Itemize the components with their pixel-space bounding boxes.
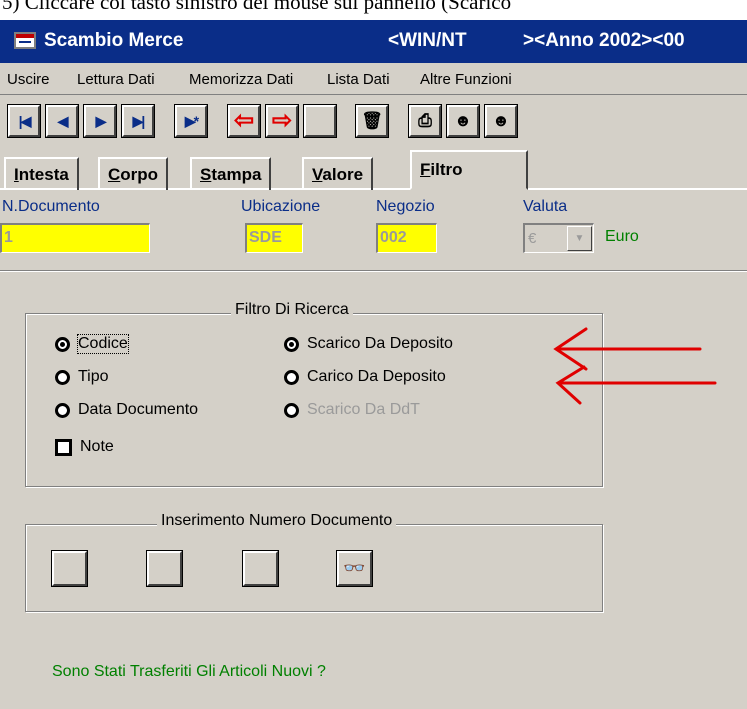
user-button-2[interactable]: ☻ xyxy=(485,105,517,137)
person-icon: ☻ xyxy=(454,111,472,130)
checkbox-note[interactable]: Note xyxy=(55,438,114,456)
print-button[interactable]: ⎙ xyxy=(409,105,441,137)
n-documento-field[interactable]: 1 xyxy=(0,223,150,253)
inserimento-button-1[interactable] xyxy=(52,551,87,586)
document-caption: 5) Cliccare col tasto sinistro del mouse… xyxy=(2,0,512,14)
radio-carico-deposito[interactable]: Carico Da Deposito xyxy=(284,368,446,386)
radio-label: Scarico Da Deposito xyxy=(307,335,453,352)
valuta-value: € xyxy=(528,230,537,247)
radio-indicator xyxy=(284,369,299,385)
radio-label: Codice xyxy=(77,334,129,354)
arrow-right-icon: ⇨ xyxy=(271,107,293,134)
user-button[interactable]: ☻ xyxy=(447,105,479,137)
label-ubicazione: Ubicazione xyxy=(241,198,321,215)
binoculars-icon: 👓 xyxy=(343,558,366,578)
radio-scarico-deposito[interactable]: Scarico Da Deposito xyxy=(284,335,453,353)
inserimento-group xyxy=(25,524,603,612)
radio-label: Data Documento xyxy=(78,401,199,418)
menu-uscire[interactable]: Uscire xyxy=(7,71,50,88)
label-valuta: Valuta xyxy=(523,198,568,215)
new-record-icon: ▶* xyxy=(184,112,199,129)
tab-valore[interactable]: Valore xyxy=(302,157,374,190)
radio-label: Scarico Da DdT xyxy=(307,401,420,418)
radio-indicator xyxy=(55,336,70,352)
menu-bar: Uscire Lettura Dati Memorizza Dati Lista… xyxy=(0,65,747,95)
menu-altre-funzioni[interactable]: Altre Funzioni xyxy=(420,71,512,88)
radio-tipo[interactable]: Tipo xyxy=(55,368,109,386)
person-icon: ☻ xyxy=(492,111,510,130)
inserimento-button-2[interactable] xyxy=(147,551,182,586)
system-info-year: ><Anno 2002><00 xyxy=(523,30,685,51)
last-record-button[interactable]: ▶| xyxy=(122,105,154,137)
valuta-select[interactable]: € ▼ xyxy=(523,223,594,253)
next-record-icon: ▶ xyxy=(95,112,107,129)
annotation-arrow-2-head xyxy=(555,365,586,405)
blank-toolbar-button[interactable] xyxy=(304,105,336,137)
first-record-button[interactable]: |◀ xyxy=(8,105,40,137)
chevron-down-icon[interactable]: ▼ xyxy=(567,226,592,251)
delete-button[interactable]: 🗑 xyxy=(356,105,388,137)
menu-lettura-dati[interactable]: Lettura Dati xyxy=(77,71,155,88)
radio-codice[interactable]: Codice xyxy=(55,334,129,354)
tab-stampa[interactable]: Stampa xyxy=(190,157,272,190)
app-window: Scambio Merce <WIN/NT ><Anno 2002><00 Us… xyxy=(0,20,747,709)
checkbox-label: Note xyxy=(80,438,114,455)
title-bar[interactable]: Scambio Merce <WIN/NT ><Anno 2002><00 xyxy=(0,20,747,63)
radio-scarico-ddt[interactable]: Scarico Da DdT xyxy=(284,401,420,419)
divider xyxy=(0,270,747,272)
label-negozio: Negozio xyxy=(376,198,435,215)
filtro-group-title: Filtro Di Ricerca xyxy=(231,301,353,319)
toolbar: |◀ ◀ ▶ ▶| ▶* ⇦ ⇨ 🗑 ⎙ ☻ ☻ xyxy=(0,100,747,144)
menu-lista-dati[interactable]: Lista Dati xyxy=(327,71,390,88)
trash-icon: 🗑 xyxy=(361,111,383,130)
annotation-arrows xyxy=(553,327,717,405)
tab-filtro[interactable]: Filtro xyxy=(410,150,528,190)
previous-record-icon: ◀ xyxy=(57,112,69,129)
last-record-icon: ▶| xyxy=(132,112,146,129)
tab-intesta[interactable]: Intesta xyxy=(4,157,79,190)
inserimento-group-title: Inserimento Numero Documento xyxy=(157,512,397,530)
radio-indicator xyxy=(284,402,299,418)
negozio-field[interactable]: 002 xyxy=(376,223,437,253)
window-title: Scambio Merce xyxy=(44,30,184,51)
app-window-icon[interactable] xyxy=(14,32,36,51)
menu-memorizza-dati[interactable]: Memorizza Dati xyxy=(189,71,293,88)
radio-indicator xyxy=(55,402,70,418)
arrow-left-icon: ⇦ xyxy=(233,107,255,134)
new-record-button[interactable]: ▶* xyxy=(175,105,207,137)
next-record-button[interactable]: ▶ xyxy=(84,105,116,137)
inserimento-button-3[interactable] xyxy=(243,551,278,586)
radio-label: Tipo xyxy=(78,368,109,385)
label-n-documento: N.Documento xyxy=(2,198,100,215)
tab-corpo[interactable]: Corpo xyxy=(98,157,169,190)
printer-icon: ⎙ xyxy=(418,111,432,130)
radio-indicator xyxy=(284,336,299,352)
radio-label: Carico Da Deposito xyxy=(307,368,446,385)
ubicazione-field[interactable]: SDE xyxy=(245,223,303,253)
tab-strip: Intesta Corpo Stampa Valore Filtro xyxy=(0,148,747,190)
move-left-button[interactable]: ⇦ xyxy=(228,105,260,137)
radio-indicator xyxy=(55,369,70,385)
valuta-name: Euro xyxy=(605,228,639,245)
checkbox-box xyxy=(55,438,72,456)
previous-record-button[interactable]: ◀ xyxy=(46,105,78,137)
search-button[interactable]: 👓 xyxy=(337,551,372,586)
system-info-os: <WIN/NT xyxy=(388,30,467,51)
status-message: Sono Stati Trasferiti Gli Articoli Nuovi… xyxy=(52,663,326,680)
radio-data-documento[interactable]: Data Documento xyxy=(55,401,198,419)
first-record-icon: |◀ xyxy=(18,112,32,129)
move-right-button[interactable]: ⇨ xyxy=(266,105,298,137)
